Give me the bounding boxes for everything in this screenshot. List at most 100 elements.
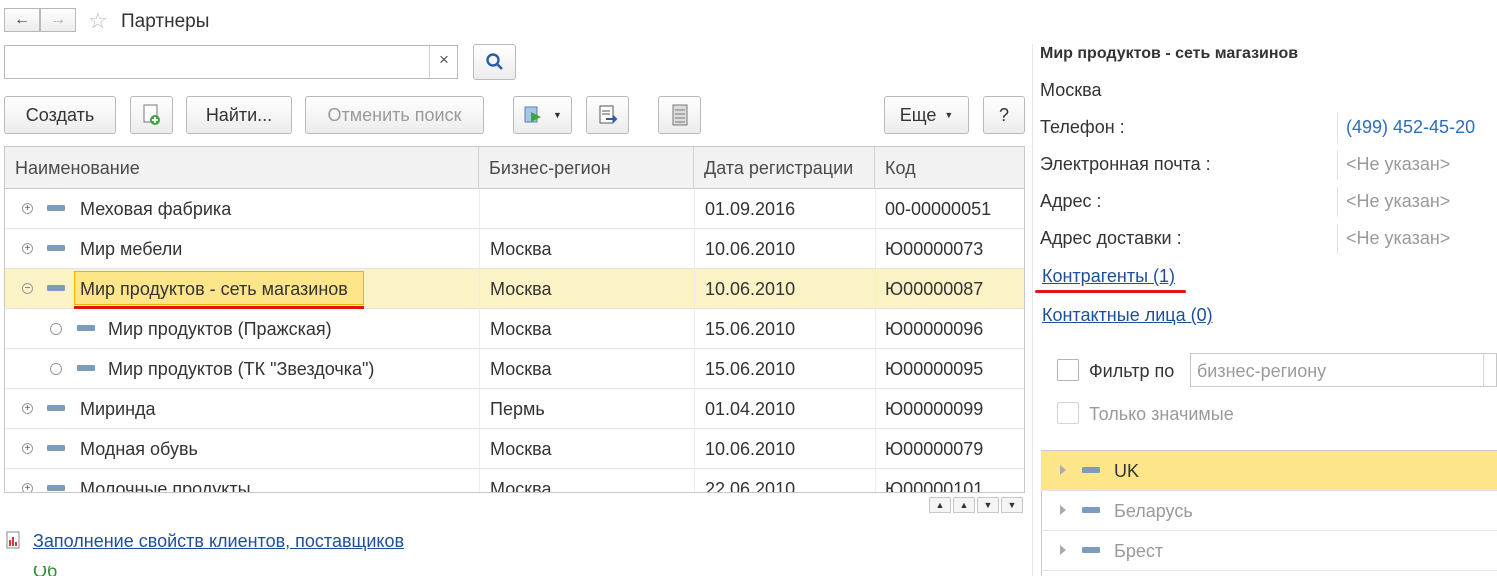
details-title: Мир продуктов - сеть магазинов (1040, 45, 1299, 62)
collapse-icon[interactable]: − (22, 283, 33, 294)
cancel-search-button[interactable]: Отменить поиск (305, 96, 484, 134)
search-button[interactable] (473, 44, 516, 80)
add-document-icon (143, 104, 160, 125)
leaf-marker-icon (50, 363, 62, 375)
create-button[interactable]: Создать (4, 96, 116, 134)
table-row[interactable]: Мир продуктов (ТК "Звездочка") Москва 15… (5, 349, 1024, 389)
generate-dropdown-button[interactable]: ▼ (513, 96, 572, 134)
row-date: 15.06.2010 (705, 319, 796, 339)
expand-arrow-icon[interactable] (1060, 545, 1066, 555)
group-item-icon (47, 245, 65, 251)
report-button[interactable] (586, 96, 629, 134)
filter-checkbox[interactable] (1057, 359, 1079, 381)
phone-value[interactable]: (499) 452-45-20 (1346, 117, 1475, 138)
row-code: Ю00000101 (885, 479, 984, 493)
column-header-date[interactable]: Дата регистрации (694, 147, 875, 189)
expand-arrow-icon[interactable] (1060, 465, 1066, 475)
row-name: Мир продуктов (Пражская) (108, 319, 332, 339)
more-button[interactable]: Еще ▼ (884, 96, 969, 134)
table-row[interactable]: Мир продуктов (Пражская) Москва 15.06.20… (5, 309, 1024, 349)
contacts-link[interactable]: Контактные лица (0) (1042, 305, 1213, 326)
row-name: Миринда (80, 399, 156, 419)
back-button[interactable]: ← (4, 8, 40, 32)
table-row[interactable]: + Меховая фабрика 01.09.2016 00-00000051 (5, 189, 1024, 229)
copy-button[interactable] (130, 96, 173, 134)
red-underline (1035, 290, 1186, 293)
group-item-icon (1082, 547, 1100, 553)
row-region: Москва (490, 319, 552, 339)
item-icon (77, 365, 95, 371)
star-icon[interactable]: ☆ (88, 8, 108, 34)
fill-properties-link[interactable]: Заполнение свойств клиентов, поставщиков (33, 531, 404, 552)
clear-icon[interactable]: × (431, 50, 457, 74)
email-value[interactable]: <Не указан> (1346, 154, 1450, 175)
search-icon (485, 53, 503, 70)
item-icon (77, 325, 95, 331)
report-icon (599, 105, 617, 124)
group-item-icon (1082, 507, 1100, 513)
column-header-region[interactable]: Бизнес-регион (479, 147, 694, 189)
expand-icon[interactable]: + (22, 403, 33, 414)
delivery-address-value[interactable]: <Не указан> (1346, 228, 1450, 249)
row-date: 10.06.2010 (705, 239, 796, 259)
scroll-up-icon[interactable]: ▲ (953, 497, 975, 513)
generate-icon (524, 106, 542, 123)
leaf-marker-icon (50, 323, 62, 335)
expand-icon[interactable]: + (22, 443, 33, 454)
tree-label: Брест (1114, 541, 1164, 561)
expand-icon[interactable]: + (22, 203, 33, 214)
table-row[interactable]: + Миринда Пермь 01.04.2010 Ю00000099 (5, 389, 1024, 429)
table-row[interactable]: + Мир мебели Москва 10.06.2010 Ю00000073 (5, 229, 1024, 269)
expand-arrow-icon[interactable] (1060, 505, 1066, 515)
tree-row-selected[interactable]: UK (1041, 451, 1497, 491)
list-settings-button[interactable] (658, 96, 701, 134)
row-date: 01.04.2010 (705, 399, 796, 419)
email-label: Электронная почта : (1040, 154, 1211, 174)
filter-select-value: бизнес-региону (1197, 361, 1327, 381)
pane-divider[interactable] (1032, 44, 1033, 576)
row-region: Москва (490, 359, 552, 379)
column-header-name[interactable]: Наименование (5, 147, 479, 189)
row-code: 00-00000051 (885, 199, 992, 219)
search-field[interactable]: × (4, 45, 458, 79)
expand-icon[interactable]: + (22, 483, 33, 492)
table-row[interactable]: + Молочные продукты Москва 22.06.2010 Ю0… (5, 469, 1024, 493)
page-title: Партнеры (121, 11, 210, 32)
row-name: Мир продуктов (ТК "Звездочка") (108, 359, 375, 379)
row-code: Ю00000099 (885, 399, 984, 419)
table-row-selected[interactable]: − Мир продуктов - сеть магазинов Москва … (5, 269, 1024, 309)
help-button[interactable]: ? (983, 96, 1025, 134)
only-significant-checkbox[interactable] (1057, 402, 1079, 424)
chevron-down-icon: ▼ (553, 110, 562, 120)
row-region: Москва (490, 479, 552, 493)
scroll-last-icon[interactable]: ▼ (1001, 497, 1023, 513)
column-header-code[interactable]: Код (875, 147, 1024, 189)
row-region: Москва (490, 239, 552, 259)
row-date: 10.06.2010 (705, 439, 796, 459)
row-code: Ю00000096 (885, 319, 984, 339)
row-name: Меховая фабрика (80, 199, 232, 219)
group-item-icon (47, 445, 65, 451)
search-input[interactable] (9, 50, 423, 74)
address-label: Адрес : (1040, 191, 1102, 211)
scroll-first-icon[interactable]: ▲ (929, 497, 951, 513)
tree-row[interactable]: Беларусь (1041, 491, 1497, 531)
table-row[interactable]: + Модная обувь Москва 10.06.2010 Ю000000… (5, 429, 1024, 469)
row-region: Пермь (490, 399, 545, 419)
filter-select[interactable]: бизнес-региону (1190, 353, 1497, 387)
counterparties-link[interactable]: Контрагенты (1) (1042, 266, 1175, 287)
expand-icon[interactable]: + (22, 243, 33, 254)
arrow-right-icon: → (50, 11, 66, 28)
chevron-down-icon: ▼ (944, 110, 954, 120)
row-code: Ю00000087 (885, 279, 984, 299)
find-button[interactable]: Найти... (186, 96, 292, 134)
forward-button[interactable]: → (40, 8, 76, 32)
scroll-down-icon[interactable]: ▼ (977, 497, 999, 513)
row-name: Мир мебели (80, 239, 183, 259)
tree-row[interactable]: Брест (1041, 531, 1497, 571)
tree-label: Беларусь (1114, 501, 1193, 521)
address-value[interactable]: <Не указан> (1346, 191, 1450, 212)
group-item-icon (47, 485, 65, 491)
row-code: Ю00000079 (885, 439, 984, 459)
partial-footer-text: Об (33, 566, 58, 576)
